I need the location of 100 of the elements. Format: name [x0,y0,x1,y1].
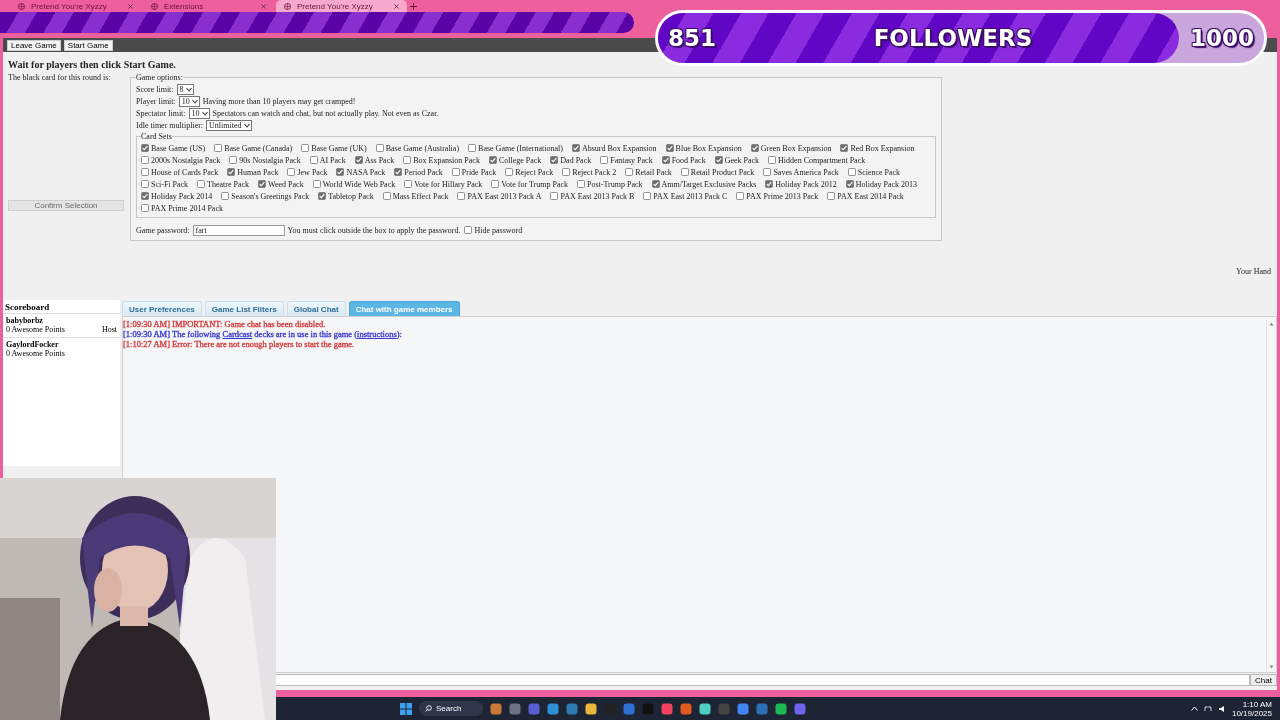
checkbox[interactable] [301,144,310,152]
checkbox[interactable] [768,156,777,164]
checkbox[interactable] [141,144,149,152]
password-field[interactable]: fart [192,224,285,236]
checkbox[interactable] [141,204,149,212]
checkbox[interactable] [600,156,609,164]
checkbox[interactable] [643,192,652,200]
checkbox[interactable] [382,192,391,200]
checkbox[interactable] [197,180,206,188]
checkbox[interactable] [141,156,149,164]
checkbox[interactable] [763,168,772,176]
checkbox[interactable] [827,192,836,200]
app-icon[interactable] [794,702,806,715]
close-icon[interactable] [128,3,133,9]
app-icon[interactable] [737,702,749,715]
checkbox[interactable] [258,180,267,188]
checkbox[interactable] [505,168,514,176]
checkbox[interactable] [394,168,403,176]
app-icon[interactable] [699,702,711,715]
checkbox[interactable] [312,180,321,188]
checkbox[interactable] [571,144,580,152]
app-icon[interactable] [585,702,597,715]
close-icon[interactable] [261,3,266,9]
your-hand-label: Your Hand [1236,267,1271,276]
checkbox[interactable] [229,156,238,164]
checkbox[interactable] [625,168,634,176]
chevron-up-icon[interactable] [1190,706,1198,711]
checkbox[interactable] [562,168,571,176]
checkbox[interactable] [840,144,849,152]
app-icon[interactable] [680,702,692,715]
close-icon[interactable] [394,3,399,9]
app-icon[interactable] [547,702,559,715]
checkbox[interactable] [577,180,585,188]
checkbox[interactable] [736,192,745,200]
taskbar-search[interactable]: Search [419,701,483,716]
speaker-icon[interactable] [1217,704,1226,713]
checkbox[interactable] [468,144,477,152]
toolbar-button[interactable]: Start Game [63,39,113,51]
card-set-label: Amm/Target Exclusive Packs [661,179,757,189]
scroll-down-icon[interactable] [1269,665,1274,669]
link[interactable]: Cardcast [222,329,253,339]
checkbox[interactable] [488,156,497,164]
checkbox[interactable] [847,168,856,176]
card-set-label: Base Game (International) [478,143,563,153]
checkbox[interactable] [457,192,466,200]
browser-tab[interactable]: Pretend You're Xyzzy [10,0,141,12]
windows-start-icon[interactable] [400,702,412,715]
scroll-up-icon[interactable] [1269,322,1274,326]
checkbox[interactable] [665,144,674,152]
chat-message: [1:10:27 AM] Error: There are not enough players to start the game. [123,339,355,349]
checkbox[interactable] [651,180,660,188]
checkbox[interactable] [403,156,412,164]
checkbox[interactable] [141,180,149,188]
checkbox[interactable] [714,156,723,164]
app-icon[interactable] [490,702,502,715]
app-icon[interactable] [661,702,673,715]
option-label: Score limit: [136,84,174,94]
checkbox[interactable] [287,168,296,176]
add-icon[interactable] [409,2,418,11]
app-icon[interactable] [775,702,787,715]
option-select[interactable]: 10 [188,107,210,119]
checkbox[interactable] [214,144,223,152]
panel-tab[interactable]: User Preferences [122,301,202,316]
checkbox[interactable] [550,192,559,200]
checkbox[interactable] [141,192,149,200]
browser-tab[interactable]: Pretend You're Xyzzy [276,0,407,12]
checkbox[interactable] [451,168,460,176]
chat-input[interactable] [275,674,1251,686]
panel-tab[interactable]: Global Chat [286,301,346,316]
checkbox[interactable] [318,192,327,200]
checkbox[interactable] [661,156,670,164]
checkbox[interactable] [680,168,689,176]
checkbox[interactable] [765,180,774,188]
checkbox[interactable] [845,180,854,188]
checkbox[interactable] [354,156,363,164]
option-select[interactable]: 10 [178,95,200,107]
checkbox[interactable] [463,226,472,234]
checkbox[interactable] [309,156,318,164]
option-select[interactable]: Unlimited [206,119,252,131]
toolbar-button[interactable]: Leave Game [7,39,61,51]
card-set-label: Tabletop Pack [328,191,374,201]
browser-tab[interactable]: Extensions [143,0,274,12]
option-select[interactable]: 8 [176,83,194,95]
link[interactable]: instructions [357,329,397,339]
checkbox[interactable] [750,144,759,152]
app-icon[interactable] [566,702,578,715]
checkbox[interactable] [221,192,230,200]
checkbox[interactable] [375,144,384,152]
checkbox[interactable] [491,180,500,188]
card-set-label: World Wide Web Pack [322,179,396,189]
card-set-label: Vote for Trump Pack [501,179,568,189]
checkbox[interactable] [141,168,149,176]
chat-button[interactable]: Chat [1250,674,1277,686]
panel-tab[interactable]: Game List Filters [204,301,284,316]
card-set-label: Theatre Pack [207,179,250,189]
scrollbar[interactable] [1266,319,1276,672]
checkbox[interactable] [227,168,236,176]
checkbox[interactable] [404,180,413,188]
checkbox[interactable] [336,168,345,176]
checkbox[interactable] [550,156,559,164]
